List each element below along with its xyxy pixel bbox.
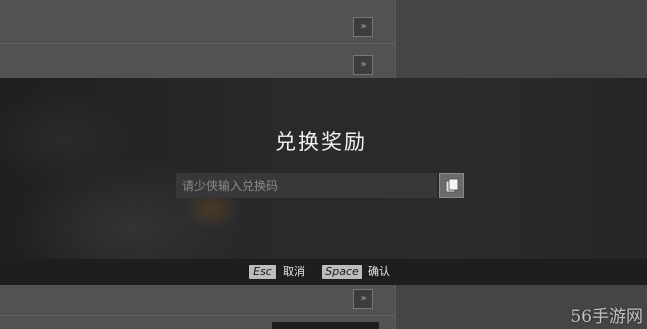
paste-icon — [445, 178, 459, 193]
key-hint-bar: Esc 取消 Space 确认 — [0, 259, 647, 285]
watermark-text: 56手游网 — [570, 307, 643, 327]
confirm-hint-label: 确认 — [368, 265, 390, 278]
expand-button[interactable]: » — [353, 55, 373, 75]
space-key-badge[interactable]: Space — [322, 265, 362, 279]
expand-button[interactable]: » — [353, 289, 373, 309]
dialog-background-art — [0, 78, 340, 259]
dialog-title: 兑换奖励 — [275, 130, 367, 154]
redeem-code-input[interactable] — [176, 173, 437, 198]
list-item: » — [0, 12, 395, 44]
redeem-reward-dialog: 兑换奖励 — [0, 78, 647, 259]
cancel-hint-label: 取消 — [283, 265, 305, 278]
background-bottom-block — [272, 322, 379, 329]
paste-button[interactable] — [439, 173, 464, 198]
esc-key-badge[interactable]: Esc — [249, 265, 276, 279]
list-item: » — [0, 284, 395, 316]
expand-button[interactable]: » — [353, 17, 373, 37]
